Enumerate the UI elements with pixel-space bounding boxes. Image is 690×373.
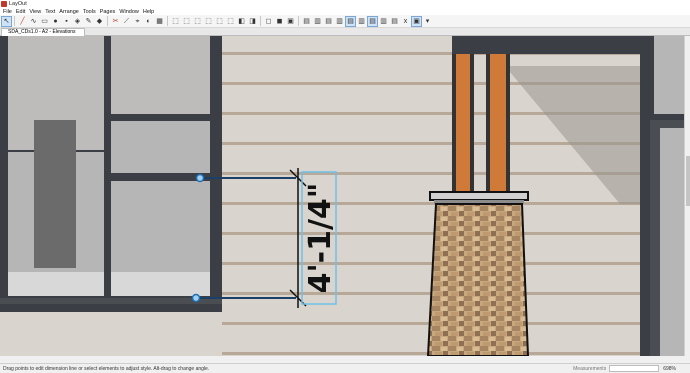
paint-bucket-icon[interactable]: ◆ bbox=[95, 17, 104, 26]
left-view-icon[interactable]: ⬚ bbox=[193, 17, 202, 26]
distribute-vertical-icon[interactable]: ▥ bbox=[379, 17, 388, 26]
back-view-icon[interactable]: ⬚ bbox=[182, 17, 191, 26]
drawing-canvas[interactable]: 4'-1/4" bbox=[0, 36, 684, 356]
split-icon[interactable]: ✂ bbox=[111, 17, 120, 26]
align-top-icon[interactable]: ▥ bbox=[335, 17, 344, 26]
status-bar: Drag points to edit dimension line or se… bbox=[0, 363, 690, 373]
freehand-tool-icon[interactable]: ∿ bbox=[29, 17, 38, 26]
more-icon[interactable]: ▾ bbox=[423, 17, 432, 26]
toolbar-divider bbox=[14, 16, 15, 26]
pier-cap bbox=[429, 191, 529, 201]
toolbar-divider bbox=[107, 16, 108, 26]
distribute-icon[interactable]: ▤ bbox=[367, 15, 378, 27]
line-tool-icon[interactable]: ╱ bbox=[18, 17, 27, 26]
dimension-tool-icon[interactable]: ⌖ bbox=[133, 17, 142, 26]
window-left bbox=[0, 36, 222, 312]
menu-help[interactable]: Help bbox=[143, 9, 154, 15]
document-tab[interactable]: SDA_CDs1.0 - A2 - Elevations bbox=[1, 28, 85, 36]
align-left-icon[interactable]: ▤ bbox=[302, 17, 311, 26]
toolbar-divider bbox=[260, 16, 261, 26]
measurements-label: Measurements bbox=[573, 365, 607, 372]
post-right bbox=[488, 36, 508, 194]
eraser-icon[interactable]: ◈ bbox=[73, 17, 82, 26]
perspective-icon[interactable]: ◨ bbox=[248, 17, 257, 26]
align-center-icon[interactable]: ▥ bbox=[313, 17, 322, 26]
zoom-level[interactable]: 698% bbox=[663, 366, 676, 372]
dimension-grip-bottom bbox=[191, 293, 201, 303]
eyedropper-icon[interactable]: ✎ bbox=[84, 17, 93, 26]
ungroup-icon[interactable]: ◼ bbox=[275, 17, 284, 26]
vertical-scrollbar[interactable] bbox=[684, 36, 690, 356]
menu-window[interactable]: Window bbox=[119, 9, 139, 15]
menu-pages[interactable]: Pages bbox=[100, 9, 116, 15]
scrapbook-icon[interactable]: ▦ bbox=[155, 17, 164, 26]
dimension-label: 4'-1/4" bbox=[303, 183, 338, 294]
align-right-icon[interactable]: ▤ bbox=[324, 17, 333, 26]
label-tool-icon[interactable]: ◐ bbox=[144, 17, 153, 26]
align-middle-icon[interactable]: ▤ bbox=[345, 15, 356, 27]
dimension-grip-top bbox=[195, 173, 205, 183]
front-view-icon[interactable]: ⬚ bbox=[171, 17, 180, 26]
window-interior-shadow bbox=[34, 120, 76, 268]
lock-icon[interactable]: ▣ bbox=[286, 17, 295, 26]
grid-snap-icon[interactable]: ▣ bbox=[411, 15, 422, 27]
join-icon[interactable]: ⟋ bbox=[122, 17, 131, 26]
menu-arrange[interactable]: Arrange bbox=[59, 9, 79, 15]
title-bar: LayOut bbox=[0, 0, 690, 8]
flip-icon[interactable]: ▤ bbox=[390, 17, 399, 26]
camera-icon[interactable]: ◧ bbox=[237, 17, 246, 26]
toolbar-divider bbox=[298, 16, 299, 26]
circle-tool-icon[interactable]: ● bbox=[51, 17, 60, 26]
menu-file[interactable]: File bbox=[3, 9, 12, 15]
layout-app-icon bbox=[1, 1, 7, 7]
clear-format-icon[interactable]: x bbox=[401, 17, 410, 26]
stone-pier bbox=[426, 203, 530, 356]
document-tab-bar: SDA_CDs1.0 - A2 - Elevations bbox=[0, 28, 690, 36]
menu-text[interactable]: Text bbox=[45, 9, 55, 15]
right-view-icon[interactable]: ⬚ bbox=[204, 17, 213, 26]
group-icon[interactable]: ◻ bbox=[264, 17, 273, 26]
window-title: LayOut bbox=[9, 1, 27, 7]
menu-edit[interactable]: Edit bbox=[16, 9, 25, 15]
scrollbar-thumb[interactable] bbox=[686, 156, 690, 206]
menu-tools[interactable]: Tools bbox=[83, 9, 96, 15]
select-arrow-icon[interactable]: ↖ bbox=[1, 15, 12, 27]
menu-view[interactable]: View bbox=[29, 9, 41, 15]
menu-bar: File Edit View Text Arrange Tools Pages … bbox=[0, 8, 690, 15]
rectangle-tool-icon[interactable]: ▭ bbox=[40, 17, 49, 26]
main-toolbar: ↖ ╱ ∿ ▭ ● ▪ ◈ ✎ ◆ ✂ ⟋ ⌖ ◐ ▦ ⬚ ⬚ ⬚ ⬚ ⬚ ⬚ … bbox=[0, 15, 690, 28]
measurements-input[interactable] bbox=[609, 365, 660, 372]
text-tool-icon[interactable]: ▪ bbox=[62, 17, 71, 26]
status-hint: Drag points to edit dimension line or se… bbox=[3, 365, 210, 372]
elevation-drawing: 4'-1/4" bbox=[0, 36, 684, 356]
top-view-icon[interactable]: ⬚ bbox=[215, 17, 224, 26]
align-bottom-icon[interactable]: ▥ bbox=[357, 17, 366, 26]
toolbar-divider bbox=[167, 16, 168, 26]
iso-view-icon[interactable]: ⬚ bbox=[226, 17, 235, 26]
